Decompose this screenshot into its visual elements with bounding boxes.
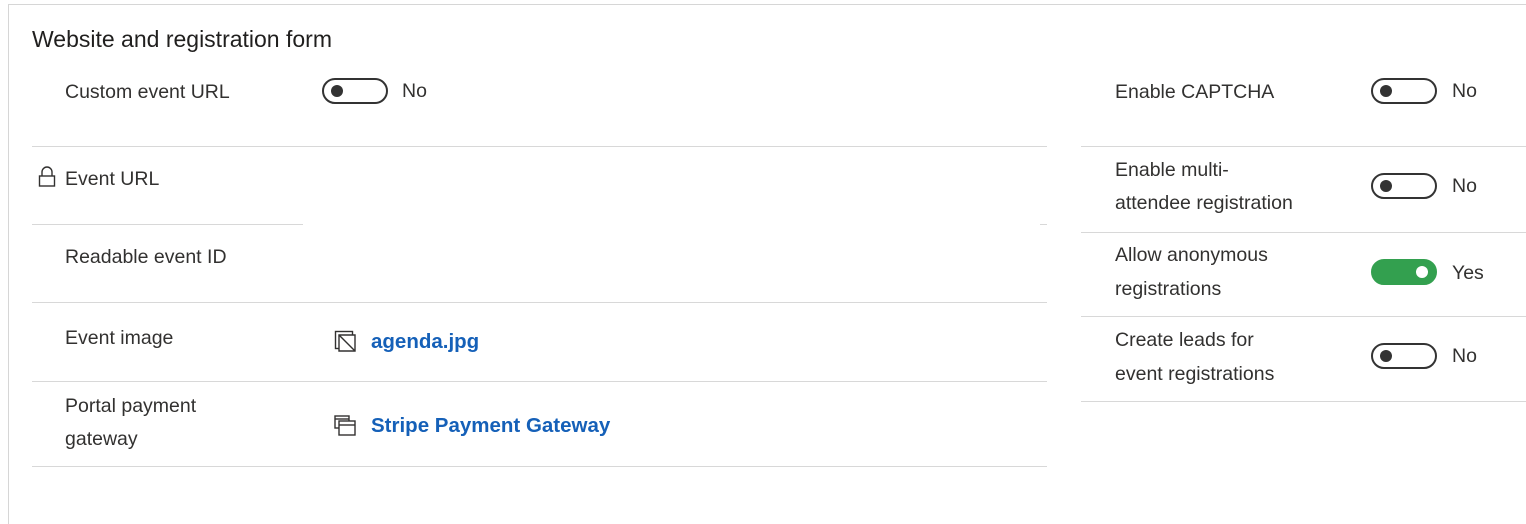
enable-captcha-value: No (1452, 80, 1477, 102)
allow-anonymous-value: Yes (1452, 262, 1484, 284)
event-image-label: Event image (65, 327, 174, 349)
payment-gateway-link[interactable]: Stripe Payment Gateway (371, 413, 610, 439)
enable-multi-attendee-label-line2: attendee registration (1115, 192, 1293, 214)
event-image-link[interactable]: agenda.jpg (371, 329, 479, 355)
toggle-knob (1380, 180, 1392, 192)
allow-anonymous-label-line2: registrations (1115, 278, 1222, 300)
custom-event-url-value: No (402, 80, 427, 102)
divider (1081, 401, 1526, 402)
toggle-knob (1380, 350, 1392, 362)
divider (1081, 146, 1526, 147)
divider (32, 302, 1047, 303)
enable-captcha-toggle[interactable] (1371, 78, 1437, 104)
divider (32, 224, 303, 225)
entity-record-icon (333, 414, 357, 443)
create-leads-label-line2: event registrations (1115, 363, 1275, 385)
enable-multi-attendee-label-line1: Enable multi- (1115, 159, 1229, 181)
toggle-knob (1416, 266, 1428, 278)
image-file-icon (333, 329, 357, 358)
divider (1040, 224, 1047, 225)
portal-payment-gateway-label-line2: gateway (65, 428, 138, 450)
lock-icon (38, 166, 56, 193)
allow-anonymous-label-line1: Allow anonymous (1115, 244, 1268, 266)
toggle-knob (1380, 85, 1392, 97)
custom-event-url-label: Custom event URL (65, 81, 230, 103)
divider (1081, 232, 1526, 233)
create-leads-label-line1: Create leads for (1115, 329, 1254, 351)
website-registration-section (8, 4, 1526, 524)
section-title: Website and registration form (32, 26, 332, 52)
create-leads-value: No (1452, 345, 1477, 367)
create-leads-toggle[interactable] (1371, 343, 1437, 369)
enable-multi-attendee-value: No (1452, 175, 1477, 197)
divider (1081, 316, 1526, 317)
enable-captcha-label: Enable CAPTCHA (1115, 81, 1275, 103)
portal-payment-gateway-label-line1: Portal payment (65, 395, 197, 417)
readable-event-id-label: Readable event ID (65, 246, 227, 268)
divider (32, 146, 1047, 147)
divider (32, 381, 1047, 382)
enable-multi-attendee-toggle[interactable] (1371, 173, 1437, 199)
event-url-label: Event URL (65, 168, 160, 190)
toggle-knob (331, 85, 343, 97)
custom-event-url-toggle[interactable] (322, 78, 388, 104)
allow-anonymous-toggle[interactable] (1371, 259, 1437, 285)
divider (32, 466, 1047, 467)
